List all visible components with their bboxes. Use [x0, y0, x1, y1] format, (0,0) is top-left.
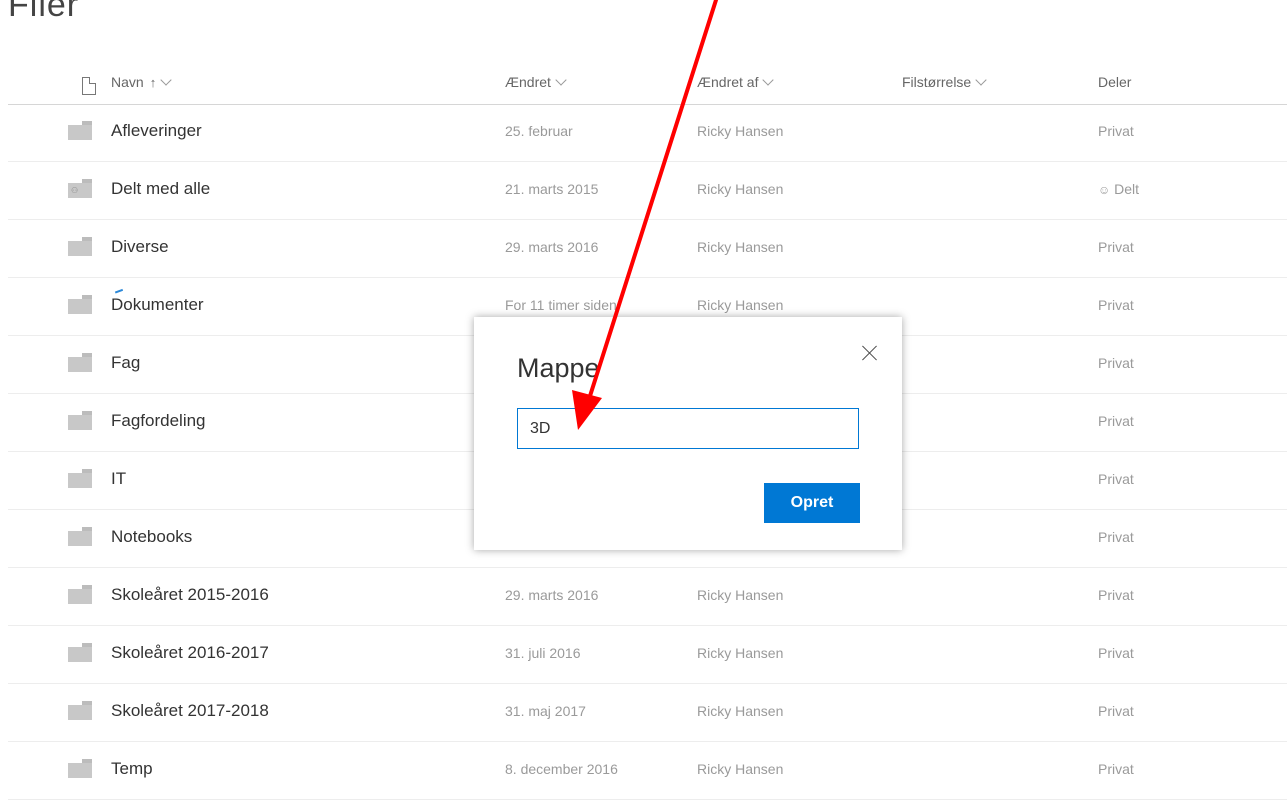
list-item[interactable]: Temp 8. december 2016 Ricky Hansen Priva… — [8, 742, 1287, 800]
column-header-name[interactable]: Navn ↑ — [111, 74, 172, 90]
list-item[interactable]: Skoleåret 2015-2016 29. marts 2016 Ricky… — [8, 568, 1287, 626]
list-item[interactable]: ⚇ Delt med alle 21. marts 2015 Ricky Han… — [8, 162, 1287, 220]
column-header-modified-by-label: Ændret af — [697, 74, 759, 90]
folder-icon — [68, 353, 92, 372]
item-modified: For 11 timer siden — [505, 297, 617, 313]
item-modified-by: Ricky Hansen — [697, 587, 784, 603]
item-name[interactable]: Afleveringer — [111, 121, 202, 141]
folder-icon — [68, 295, 92, 314]
item-modified: 25. februar — [505, 123, 573, 139]
item-sharing: Privat — [1098, 587, 1134, 603]
item-sharing: Privat — [1098, 413, 1134, 429]
page-title: Filer — [8, 0, 80, 24]
close-icon[interactable] — [860, 343, 880, 363]
item-name[interactable]: Diverse — [111, 237, 169, 257]
item-sharing: Privat — [1098, 355, 1134, 371]
folder-icon — [68, 701, 92, 720]
column-header-sharing-label: Deler — [1098, 74, 1132, 90]
chevron-down-icon — [975, 74, 987, 86]
column-header-file-size-label: Filstørrelse — [902, 74, 972, 90]
item-name[interactable]: Dokumenter — [111, 295, 204, 315]
people-icon: ☺ — [1098, 183, 1111, 197]
item-name[interactable]: Temp — [111, 759, 153, 779]
folder-icon — [68, 643, 92, 662]
item-modified-by: Ricky Hansen — [697, 703, 784, 719]
dialog-title: Mappe — [517, 353, 600, 383]
item-name[interactable]: Notebooks — [111, 527, 192, 547]
item-name[interactable]: Skoleåret 2015-2016 — [111, 585, 269, 605]
column-header-modified-by[interactable]: Ændret af — [697, 74, 775, 90]
item-modified-by: Ricky Hansen — [697, 239, 784, 255]
item-sharing: Privat — [1098, 123, 1134, 139]
item-sharing: Privat — [1098, 645, 1134, 661]
item-name[interactable]: Skoleåret 2017-2018 — [111, 701, 269, 721]
item-name[interactable]: Fag — [111, 353, 140, 373]
chevron-down-icon — [160, 74, 172, 86]
folder-icon — [68, 237, 92, 256]
item-modified-by: Ricky Hansen — [697, 645, 784, 661]
item-modified: 31. maj 2017 — [505, 703, 586, 719]
item-name[interactable]: Skoleåret 2016-2017 — [111, 643, 269, 663]
item-name[interactable]: Delt med alle — [111, 179, 210, 199]
folder-icon — [68, 585, 92, 604]
list-item[interactable]: Diverse 29. marts 2016 Ricky Hansen Priv… — [8, 220, 1287, 278]
item-sharing: Privat — [1098, 239, 1134, 255]
item-name[interactable]: IT — [111, 469, 126, 489]
item-name[interactable]: Fagfordeling — [111, 411, 206, 431]
list-item[interactable]: Afleveringer 25. februar Ricky Hansen Pr… — [8, 104, 1287, 162]
column-header-modified[interactable]: Ændret — [505, 74, 567, 90]
folder-icon — [68, 121, 92, 140]
folder-name-input[interactable] — [517, 408, 859, 449]
folder-icon — [68, 527, 92, 546]
chevron-down-icon — [555, 74, 567, 86]
list-item[interactable]: Skoleåret 2016-2017 31. juli 2016 Ricky … — [8, 626, 1287, 684]
folder-icon — [68, 469, 92, 488]
item-sharing: Privat — [1098, 471, 1134, 487]
column-header-row: Navn ↑ Ændret Ændret af Filstørrelse Dele… — [8, 60, 1287, 105]
column-header-sharing[interactable]: Deler — [1098, 74, 1131, 90]
item-sharing: Privat — [1098, 761, 1134, 777]
list-item[interactable]: Skoleåret 2017-2018 31. maj 2017 Ricky H… — [8, 684, 1287, 742]
folder-icon — [68, 411, 92, 430]
item-modified: 29. marts 2016 — [505, 587, 599, 603]
sort-ascending-icon: ↑ — [149, 75, 157, 90]
person-icon: ⚇ — [71, 186, 79, 195]
item-modified: 8. december 2016 — [505, 761, 618, 777]
item-sharing: ☺ Delt — [1098, 181, 1139, 197]
item-modified-by: Ricky Hansen — [697, 181, 784, 197]
shared-folder-icon: ⚇ — [68, 179, 92, 198]
new-folder-dialog: Mappe Opret — [474, 317, 902, 550]
item-sharing: Privat — [1098, 297, 1134, 313]
item-modified: 21. marts 2015 — [505, 181, 599, 197]
item-modified-by: Ricky Hansen — [697, 297, 784, 313]
column-header-name-label: Navn — [111, 74, 144, 90]
item-modified-by: Ricky Hansen — [697, 123, 784, 139]
item-modified-by: Ricky Hansen — [697, 761, 784, 777]
item-sharing: Privat — [1098, 703, 1134, 719]
create-button[interactable]: Opret — [764, 483, 860, 523]
item-modified: 31. juli 2016 — [505, 645, 581, 661]
column-header-file-size[interactable]: Filstørrelse — [902, 74, 987, 90]
item-sharing-label: Delt — [1114, 181, 1140, 197]
column-header-modified-label: Ændret — [505, 74, 551, 90]
chevron-down-icon — [762, 74, 775, 86]
item-modified: 29. marts 2016 — [505, 239, 599, 255]
file-type-icon[interactable] — [82, 77, 96, 95]
item-sharing: Privat — [1098, 529, 1134, 545]
